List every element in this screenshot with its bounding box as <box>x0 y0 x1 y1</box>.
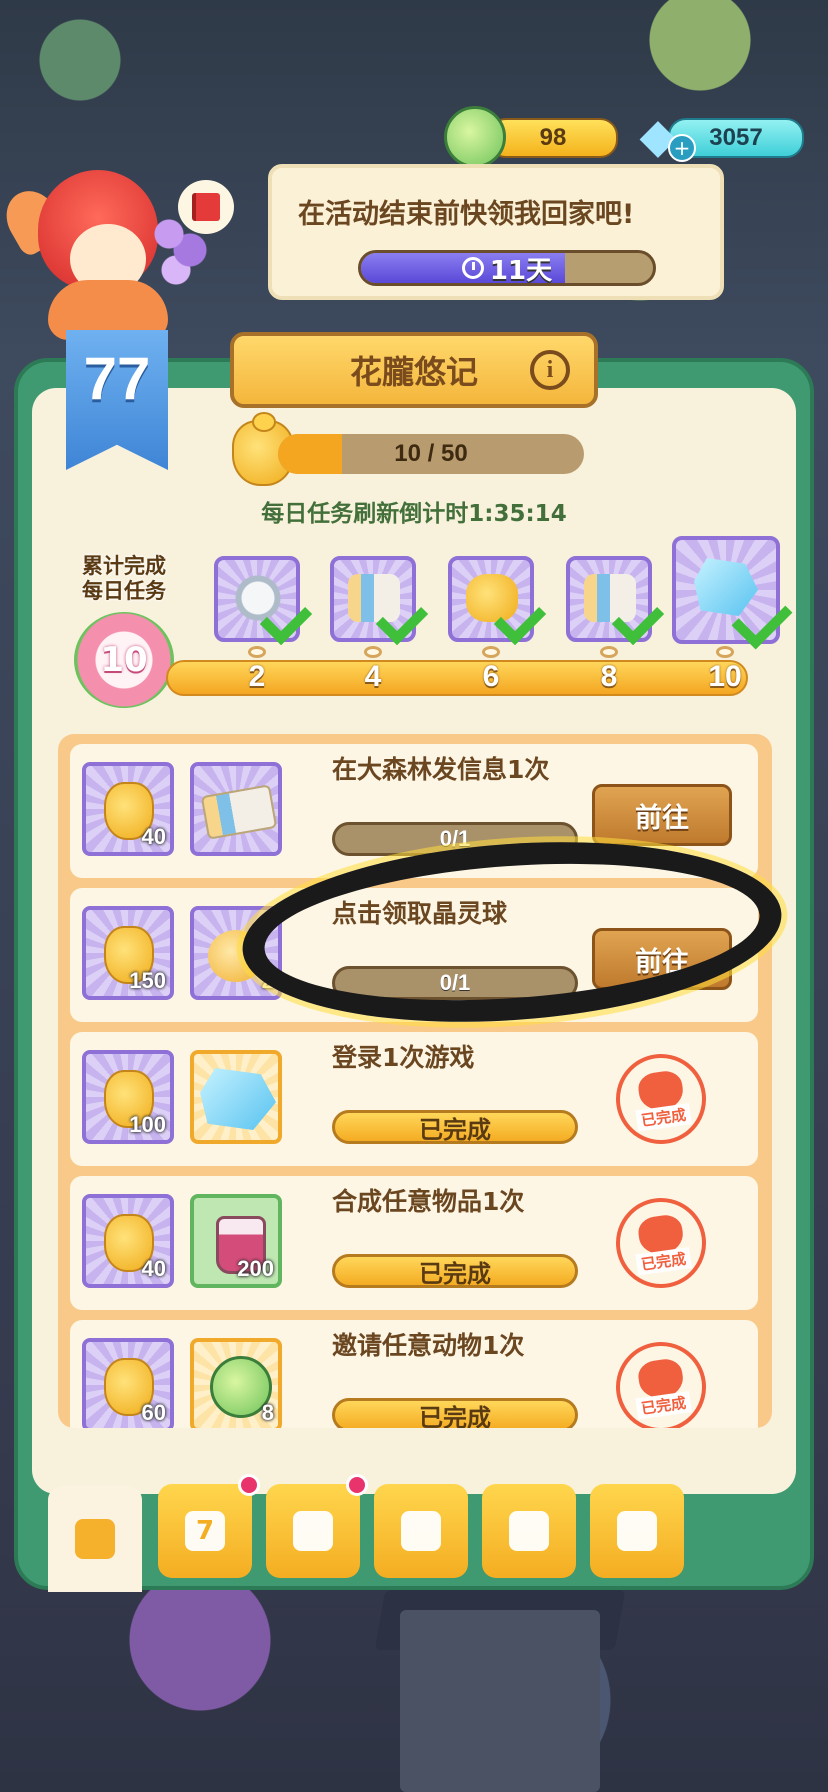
tab-cheer[interactable] <box>266 1474 368 1578</box>
reward-count: 8 <box>261 1400 274 1425</box>
reward-count: 150 <box>129 968 166 993</box>
event-timer-text: 11天 <box>489 255 553 286</box>
speech-panel: 在活动结束前快领我回家吧! 11天 <box>268 164 724 300</box>
event-progress-bar: 10 / 50 <box>278 434 584 474</box>
background-house <box>400 1610 600 1792</box>
reward-token-slot: 40 <box>82 1194 174 1288</box>
ticket-icon <box>200 784 278 840</box>
milestone-marker <box>482 646 500 658</box>
milestone-reward-4[interactable] <box>330 556 429 646</box>
tab-task-list[interactable] <box>48 1486 142 1592</box>
task-title: 合成任意物品1次 <box>332 1187 525 1216</box>
gem-value: 3057 <box>709 124 763 151</box>
milestone-threshold: 8 <box>600 660 618 693</box>
task-progress: 已完成 <box>332 1110 578 1144</box>
energy-value: 98 <box>539 124 567 151</box>
event-title: 花朧悠记 <box>349 353 478 391</box>
reward-count: 40 <box>141 824 166 849</box>
cheer-icon <box>293 1511 333 1551</box>
book-icon <box>192 193 220 221</box>
milestone-threshold: 4 <box>364 660 382 693</box>
task-title: 邀请任意动物1次 <box>332 1331 525 1360</box>
task-row: 60 8 邀请任意动物1次 已完成 已完成 <box>70 1320 758 1428</box>
cumulative-count: 10 <box>100 640 148 680</box>
reward-count: 60 <box>141 1400 166 1425</box>
book-button[interactable] <box>178 180 234 234</box>
reward-item-slot <box>190 762 282 856</box>
refresh-countdown: 每日任务刷新倒计时1:35:14 <box>261 501 567 527</box>
milestone-marker <box>364 646 382 658</box>
stamp-text: 已完成 <box>635 1103 692 1132</box>
go-button[interactable]: 前往 <box>592 784 732 846</box>
reward-item-slot <box>190 1050 282 1144</box>
milestone-reward-8[interactable] <box>566 556 665 646</box>
notification-dot <box>238 1474 260 1496</box>
speech-text: 在活动结束前快领我回家吧! <box>298 199 635 230</box>
stamp-text: 已完成 <box>635 1391 692 1420</box>
energy-icon <box>444 106 506 168</box>
cumulative-flower-badge: 10 <box>74 612 174 708</box>
milestone-marker <box>248 646 266 658</box>
stamp-text: 已完成 <box>635 1247 692 1276</box>
completed-stamp: 已完成 <box>610 1048 712 1150</box>
milestone-marker <box>600 646 618 658</box>
task-title: 登录1次游戏 <box>332 1043 475 1072</box>
reward-count: 40 <box>141 1256 166 1281</box>
reward-token-slot: 60 <box>82 1338 174 1428</box>
blue-crystal-icon <box>200 1068 276 1130</box>
milestone-marker <box>716 646 734 658</box>
clock-icon <box>461 257 484 279</box>
reward-item-slot: 8 <box>190 1338 282 1428</box>
completed-stamp: 已完成 <box>610 1192 712 1294</box>
milestone-reward-10[interactable] <box>672 536 793 650</box>
task-title: 在大森林发信息1次 <box>332 755 550 784</box>
notification-dot <box>346 1474 368 1496</box>
info-icon[interactable]: i <box>530 350 570 390</box>
completed-stamp: 已完成 <box>610 1336 712 1428</box>
reward-token-slot: 40 <box>82 762 174 856</box>
milestone-reward-6[interactable] <box>448 556 547 646</box>
task-progress: 已完成 <box>332 1254 578 1288</box>
reward-token-slot: 100 <box>82 1050 174 1144</box>
reward-count: 200 <box>237 1256 274 1281</box>
event-timer-bar: 11天 <box>358 250 656 286</box>
cumulative-label: 累计完成每日任务 <box>82 554 166 603</box>
reward-count: 100 <box>129 1112 166 1137</box>
tab-cards[interactable] <box>374 1484 468 1578</box>
milestone-threshold: 2 <box>248 660 266 693</box>
reward-token-slot: 150 <box>82 906 174 1000</box>
milestone-reward-2[interactable] <box>214 556 313 646</box>
event-title-plaque: 花朧悠记 i <box>230 332 598 408</box>
milestone-threshold: 6 <box>482 660 500 693</box>
leaf-icon <box>617 1511 657 1551</box>
add-gem-button[interactable]: + <box>668 134 696 162</box>
list-icon <box>75 1519 115 1559</box>
task-progress: 已完成 <box>332 1398 578 1428</box>
cards-icon <box>401 1511 441 1551</box>
tab-gift[interactable] <box>482 1484 576 1578</box>
task-row: 40 200 合成任意物品1次 已完成 已完成 <box>70 1176 758 1310</box>
calendar-icon: 7 <box>185 1511 225 1551</box>
milestone-threshold: 10 <box>708 660 742 693</box>
energy-counter[interactable]: 98 <box>488 118 618 158</box>
tab-leaf[interactable] <box>590 1484 684 1578</box>
reward-item-slot: 200 <box>190 1194 282 1288</box>
tab-calendar[interactable]: 7 <box>158 1474 260 1578</box>
event-timer-label: 11天 <box>361 253 653 283</box>
gift-icon <box>509 1511 549 1551</box>
task-row: 100 登录1次游戏 已完成 已完成 <box>70 1032 758 1166</box>
event-progress-label: 10 / 50 <box>394 440 468 467</box>
task-list[interactable]: 40 在大森林发信息1次 0/1 前往 150 2 点击领取晶灵球 0/1 前往… <box>58 734 772 1428</box>
